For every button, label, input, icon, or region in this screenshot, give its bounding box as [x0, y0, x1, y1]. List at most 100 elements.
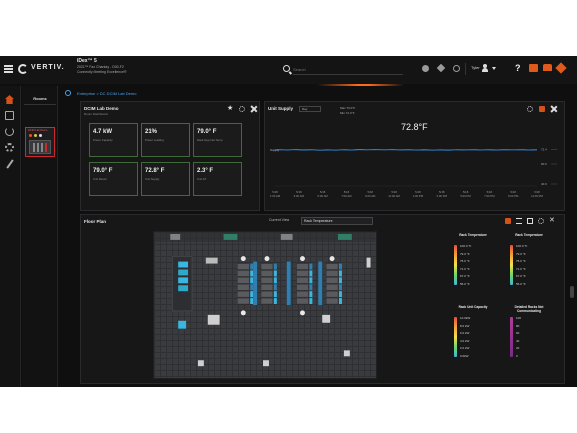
- search-icon: [283, 65, 290, 72]
- tile-value: 79.0° F: [197, 129, 217, 135]
- kpi-tile-power-capacity[interactable]: 4.7 kW Power Capacity: [89, 123, 138, 157]
- rack: [325, 277, 339, 284]
- rack: [325, 270, 339, 277]
- star-icon[interactable]: ★: [227, 105, 233, 112]
- thumb-rack: [41, 143, 43, 152]
- x-tick-label: 9:00 PM: [508, 194, 519, 198]
- rack: [296, 290, 309, 298]
- dial-icon[interactable]: [453, 65, 460, 72]
- x-tick-label: 3:00 PM: [437, 194, 448, 198]
- chart-icon[interactable]: [5, 127, 14, 136]
- rack: [296, 263, 309, 270]
- cold-aisle: [253, 261, 258, 305]
- legend-title: Rack Temperature: [459, 233, 487, 237]
- user-name[interactable]: Tyler: [471, 65, 480, 70]
- tile-label: Unit Supply: [145, 177, 160, 181]
- export-icon[interactable]: [543, 64, 552, 71]
- chevron-down-icon[interactable]: [492, 67, 496, 70]
- expand-icon[interactable]: [551, 106, 557, 112]
- gear-icon[interactable]: [239, 106, 245, 112]
- rack: [237, 263, 250, 270]
- view-select[interactable]: Rack Temperature: [301, 217, 373, 225]
- rack: [260, 270, 274, 277]
- legend-color-bar: [454, 245, 457, 285]
- menu-icon[interactable]: [4, 65, 13, 73]
- rack: [260, 290, 274, 298]
- tile-value: 21%: [145, 129, 158, 135]
- cold-aisle: [318, 261, 323, 305]
- rack-indicator: [309, 284, 313, 291]
- kpi-tile-power-loading[interactable]: 21% Power Loading: [141, 123, 190, 157]
- tile-label: Power Capacity: [93, 138, 113, 142]
- grid-view-icon[interactable]: [505, 218, 511, 224]
- list-view-icon[interactable]: [516, 218, 522, 224]
- nav-rail: [0, 86, 21, 387]
- rack: [325, 290, 339, 298]
- rooms-panel: Rooms DCIM Lab Demo: [22, 86, 58, 387]
- expand-icon[interactable]: [251, 106, 257, 112]
- rack-indicator: [273, 284, 277, 291]
- notification-icon[interactable]: [529, 64, 538, 72]
- legend-tick: 80: [516, 323, 520, 328]
- thumb-rack: [33, 143, 35, 152]
- rack: [237, 297, 250, 305]
- rack-indicator: [273, 298, 277, 305]
- vertiv-logo-text: VERTIV.: [31, 64, 65, 71]
- tools-icon[interactable]: [436, 63, 446, 73]
- rack-indicator: [338, 277, 342, 284]
- user-icon[interactable]: [482, 64, 488, 72]
- floor-plan-panel: Floor Plan Current View Rack Temperature…: [80, 214, 565, 384]
- breadcrumb[interactable]: Enterprise > DC DCIM Lab Demo: [77, 91, 136, 96]
- tile-value: 79.0° F: [93, 168, 113, 174]
- kpi-tile-unit-delta[interactable]: 2.3° F Unit ΔT: [193, 162, 242, 196]
- rack-indicator: [338, 291, 342, 298]
- rack-indicator: [309, 291, 313, 298]
- expand-icon[interactable]: ✕: [549, 217, 555, 224]
- unit-supply-panel: Unit Supply Day Max 79.0°F Min 72.4°F 72…: [264, 101, 565, 211]
- legend-tick: 10.0kW: [460, 316, 471, 320]
- shop-icon[interactable]: [555, 62, 567, 74]
- range-select[interactable]: Day: [299, 106, 321, 112]
- document-icon[interactable]: [5, 111, 14, 120]
- legend-title: Rack Unit Capacity: [458, 305, 488, 309]
- legend-tick: 79.0 °F: [516, 251, 526, 256]
- image-icon[interactable]: [527, 218, 533, 224]
- current-view-label: Current View: [269, 218, 290, 222]
- legend-tick: 75.0 °F: [516, 259, 526, 264]
- gear-icon[interactable]: [538, 218, 544, 224]
- alarm-icon[interactable]: [422, 65, 429, 72]
- scrollbar-handle[interactable]: [570, 286, 574, 298]
- x-tick-label: 9:00 AM: [365, 194, 376, 198]
- gear-icon[interactable]: [5, 143, 14, 152]
- room-card[interactable]: DCIM Lab Demo: [25, 127, 55, 157]
- wrench-icon[interactable]: [6, 159, 14, 169]
- sensor-marker: [300, 310, 305, 316]
- rack: [260, 297, 274, 305]
- legend-tick: 6.0 kW: [460, 331, 470, 336]
- legend-tick: 0.0kW: [460, 354, 469, 358]
- info-dot-icon: [39, 134, 42, 137]
- kpi-tile-unit-supply[interactable]: 72.8° F Unit Supply: [141, 162, 190, 196]
- rack-indicator: [273, 270, 277, 277]
- rack-indicator: [250, 277, 254, 284]
- rack: [325, 263, 339, 270]
- alert-icon[interactable]: [539, 106, 545, 112]
- rack: [237, 284, 250, 291]
- rack-indicator: [338, 298, 342, 305]
- help-icon[interactable]: ?: [515, 63, 521, 73]
- rack: [260, 277, 274, 284]
- kpi-tile-unit-return[interactable]: 79.0° F Unit Return: [89, 162, 138, 196]
- rack: [296, 284, 309, 291]
- x-tick-label: 7:00 AM: [341, 194, 352, 198]
- thumb-rack: [37, 143, 39, 152]
- search-input[interactable]: [293, 64, 403, 75]
- panel-title: Unit Supply: [268, 106, 293, 111]
- rack-indicator: [273, 263, 277, 270]
- app-title: iDex™ 5: [77, 58, 97, 64]
- home-icon[interactable]: [5, 95, 14, 104]
- rack: [237, 290, 250, 298]
- breadcrumb-home-icon[interactable]: [65, 90, 71, 96]
- gear-icon[interactable]: [527, 106, 533, 112]
- kpi-tile-rack-inlet[interactable]: 79.0° F Rack Avg Inlet Temp: [193, 123, 242, 157]
- equipment-unit: [197, 360, 204, 367]
